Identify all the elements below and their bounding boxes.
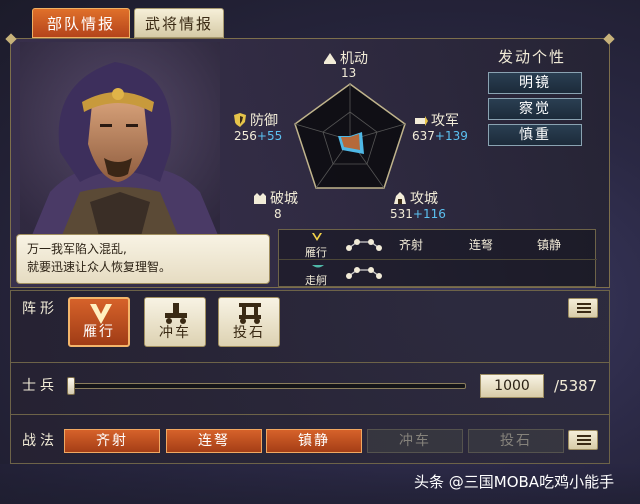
tactic-name: 齐射: [399, 238, 424, 252]
trait-item[interactable]: 察觉: [488, 98, 582, 120]
stats-radar-chart: [294, 83, 406, 189]
formation-option-label: 雁行: [83, 324, 115, 340]
catapult-icon: [239, 303, 261, 324]
siege-break-label: 破城: [270, 191, 298, 207]
tactic-button-disabled[interactable]: 冲车: [367, 429, 463, 453]
tactic-button[interactable]: 齐射: [64, 429, 160, 453]
formation-list-button[interactable]: [568, 298, 598, 318]
assault-label: 攻城: [410, 191, 438, 207]
boat-icon: [312, 265, 324, 268]
attack-value: 637+139: [412, 129, 468, 143]
mobility-value: 13: [341, 66, 357, 80]
tactic-button[interactable]: 镇静: [266, 429, 362, 453]
goose-formation-icon: [312, 233, 322, 241]
soldier-count-field[interactable]: 1000: [480, 374, 544, 398]
siege-break-icon: [254, 193, 266, 204]
link-nodes-icon: [346, 239, 382, 251]
formation-tactic-table: 雁行 齐射 连弩 镇静 走舸: [278, 229, 597, 288]
tab-general-info[interactable]: 武将情报: [134, 8, 224, 38]
shield-icon: [234, 113, 246, 127]
watermark: 头条 @三国MOBA吃鸡小能手: [414, 473, 615, 491]
table-row: 雁行 齐射 连弩 镇静: [279, 230, 597, 259]
assault-value: 531+116: [390, 207, 446, 221]
soldier-slider-handle[interactable]: [67, 377, 75, 395]
mobility-label: 机动: [340, 51, 368, 67]
link-nodes-icon: [346, 267, 382, 279]
tactic-name: 镇静: [537, 238, 562, 252]
tab-bar: 部队情报 武将情报: [32, 8, 224, 38]
table-row: 走舸: [279, 260, 597, 288]
attack-icon: [415, 116, 428, 126]
formation-name: 走舸: [305, 274, 327, 287]
general-quote: 万一我军陷入混乱, 就要迅速让众人恢复理智。: [16, 234, 270, 284]
general-portrait: [20, 42, 220, 240]
tactic-button-disabled[interactable]: 投石: [468, 429, 564, 453]
tactic-name: 连弩: [469, 238, 494, 252]
soldier-slider-track[interactable]: [70, 383, 466, 389]
trait-item[interactable]: 明镜: [488, 72, 582, 94]
formation-option-label: 冲车: [159, 325, 191, 341]
formation-option-catapult[interactable]: 投石: [218, 297, 280, 347]
section-divider: [10, 414, 610, 415]
formation-label: 阵形: [22, 301, 58, 317]
section-divider: [10, 362, 610, 363]
tactics-list-button[interactable]: [568, 430, 598, 450]
formation-option-goose[interactable]: 雁行: [68, 297, 130, 347]
assault-icon: [394, 192, 406, 204]
soldier-max-value: /5387: [554, 377, 598, 395]
tactics-label: 战法: [22, 433, 58, 449]
tab-troop-info[interactable]: 部队情报: [32, 8, 130, 38]
attack-label: 攻军: [431, 113, 459, 129]
corner-ornament: [5, 33, 17, 45]
trait-item[interactable]: 慎重: [488, 124, 582, 146]
siege-break-value: 8: [274, 207, 282, 221]
mobility-icon: [324, 53, 336, 64]
soldiers-label: 士兵: [22, 378, 58, 394]
formation-option-ram[interactable]: 冲车: [144, 297, 206, 347]
defense-label: 防御: [250, 113, 278, 129]
battering-ram-icon: [165, 303, 187, 324]
defense-value: 256+55: [234, 129, 283, 143]
corner-ornament: [603, 33, 615, 45]
formation-option-label: 投石: [233, 325, 265, 341]
formation-name: 雁行: [305, 246, 327, 259]
traits-title: 发动个性: [498, 48, 567, 66]
quote-line: 万一我军陷入混乱,: [27, 242, 127, 256]
quote-line: 就要迅速让众人恢复理智。: [27, 260, 172, 274]
tactic-button[interactable]: 连弩: [166, 429, 262, 453]
